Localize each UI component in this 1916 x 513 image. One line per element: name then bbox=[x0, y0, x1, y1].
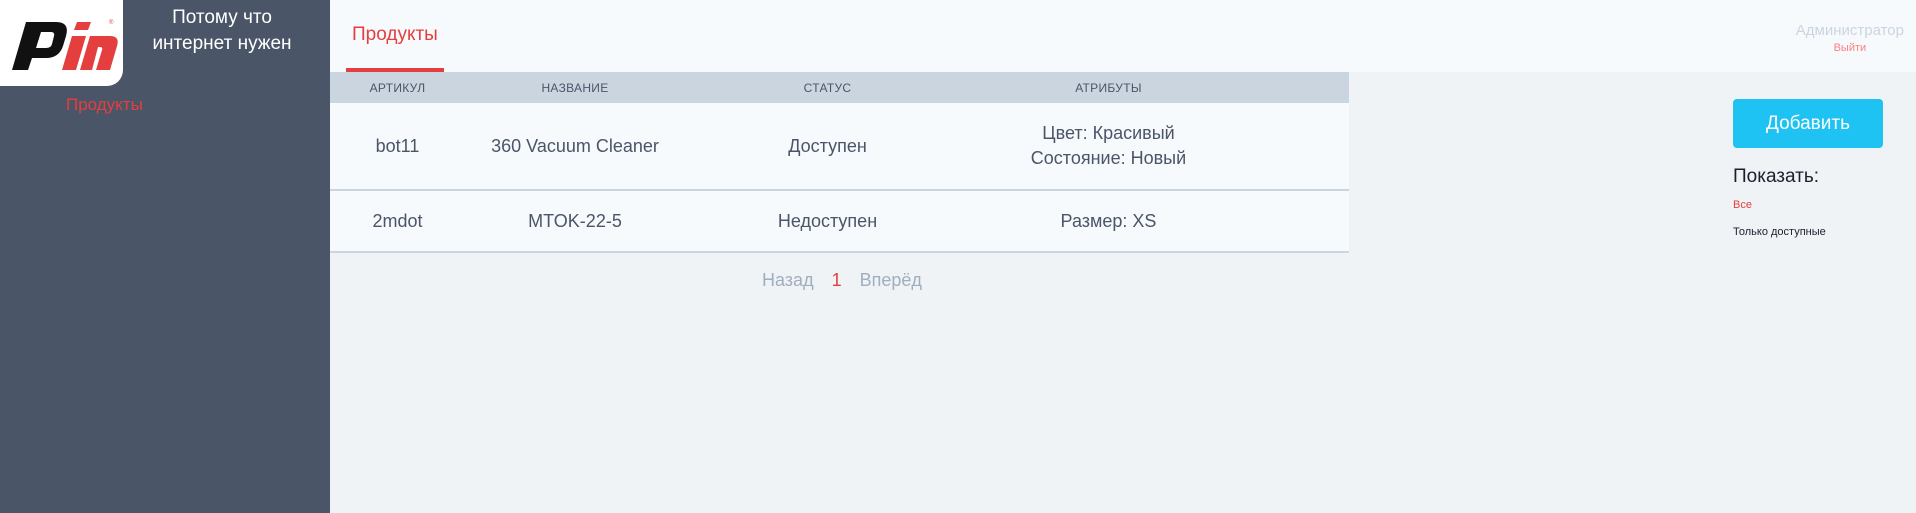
top-bar: Продукты Администратор Выйти bbox=[330, 0, 1916, 72]
cell-attributes: Размер: XS bbox=[970, 209, 1247, 234]
column-header-status[interactable]: СТАТУС bbox=[685, 81, 970, 95]
attribute: Цвет: Красивый bbox=[1042, 123, 1175, 143]
cell-attributes: Цвет: Красивый Состояние: Новый bbox=[970, 121, 1247, 171]
pagination-prev[interactable]: Назад bbox=[762, 270, 814, 291]
attribute: Размер: XS bbox=[1060, 210, 1157, 231]
filter-title: Показать: bbox=[1733, 166, 1820, 187]
logo[interactable]: ® bbox=[0, 0, 123, 86]
cell-sku: 2mdot bbox=[372, 210, 423, 231]
user-name: Администратор bbox=[1795, 22, 1904, 39]
sidebar: ® Потому что интернет нужен Продукты bbox=[0, 0, 330, 513]
brand-tagline: Потому что интернет нужен bbox=[152, 7, 292, 54]
table-header: АРТИКУЛ НАЗВАНИЕ СТАТУС АТРИБУТЫ bbox=[330, 72, 1349, 103]
svg-text:®: ® bbox=[109, 19, 114, 26]
cell-status: Недоступен bbox=[777, 210, 878, 231]
cell-status: Доступен bbox=[788, 135, 867, 156]
cell-sku: bot11 bbox=[375, 135, 420, 156]
products-table: АРТИКУЛ НАЗВАНИЕ СТАТУС АТРИБУТЫ bot11 3… bbox=[330, 72, 1349, 253]
attribute: Состояние: Новый bbox=[1030, 148, 1187, 168]
pagination-next[interactable]: Вперёд bbox=[860, 270, 922, 291]
add-button[interactable]: Добавить bbox=[1733, 99, 1883, 148]
filter-option-available[interactable]: Только доступные bbox=[1733, 226, 1826, 238]
column-header-sku[interactable]: АРТИКУЛ bbox=[330, 81, 465, 95]
pin-logo-icon: ® bbox=[12, 19, 118, 70]
cell-name: MTOK-22-5 bbox=[528, 210, 622, 231]
sidebar-item-products[interactable]: Продукты bbox=[66, 95, 143, 115]
user-menu: Администратор Выйти bbox=[1796, 22, 1904, 54]
cell-name: 360 Vacuum Cleaner bbox=[491, 135, 659, 156]
pagination: Назад 1 Вперёд bbox=[762, 270, 922, 291]
table-row[interactable]: 2mdot MTOK-22-5 Недоступен Размер: XS bbox=[330, 191, 1349, 253]
logout-link[interactable]: Выйти bbox=[1796, 42, 1904, 54]
column-header-attributes[interactable]: АТРИБУТЫ bbox=[970, 81, 1247, 95]
pagination-current-page[interactable]: 1 bbox=[832, 270, 842, 291]
filter-option-all[interactable]: Все bbox=[1733, 199, 1752, 211]
table-row[interactable]: bot11 360 Vacuum Cleaner Доступен Цвет: … bbox=[330, 103, 1349, 191]
column-header-name[interactable]: НАЗВАНИЕ bbox=[465, 81, 685, 95]
tab-products[interactable]: Продукты bbox=[346, 0, 444, 72]
